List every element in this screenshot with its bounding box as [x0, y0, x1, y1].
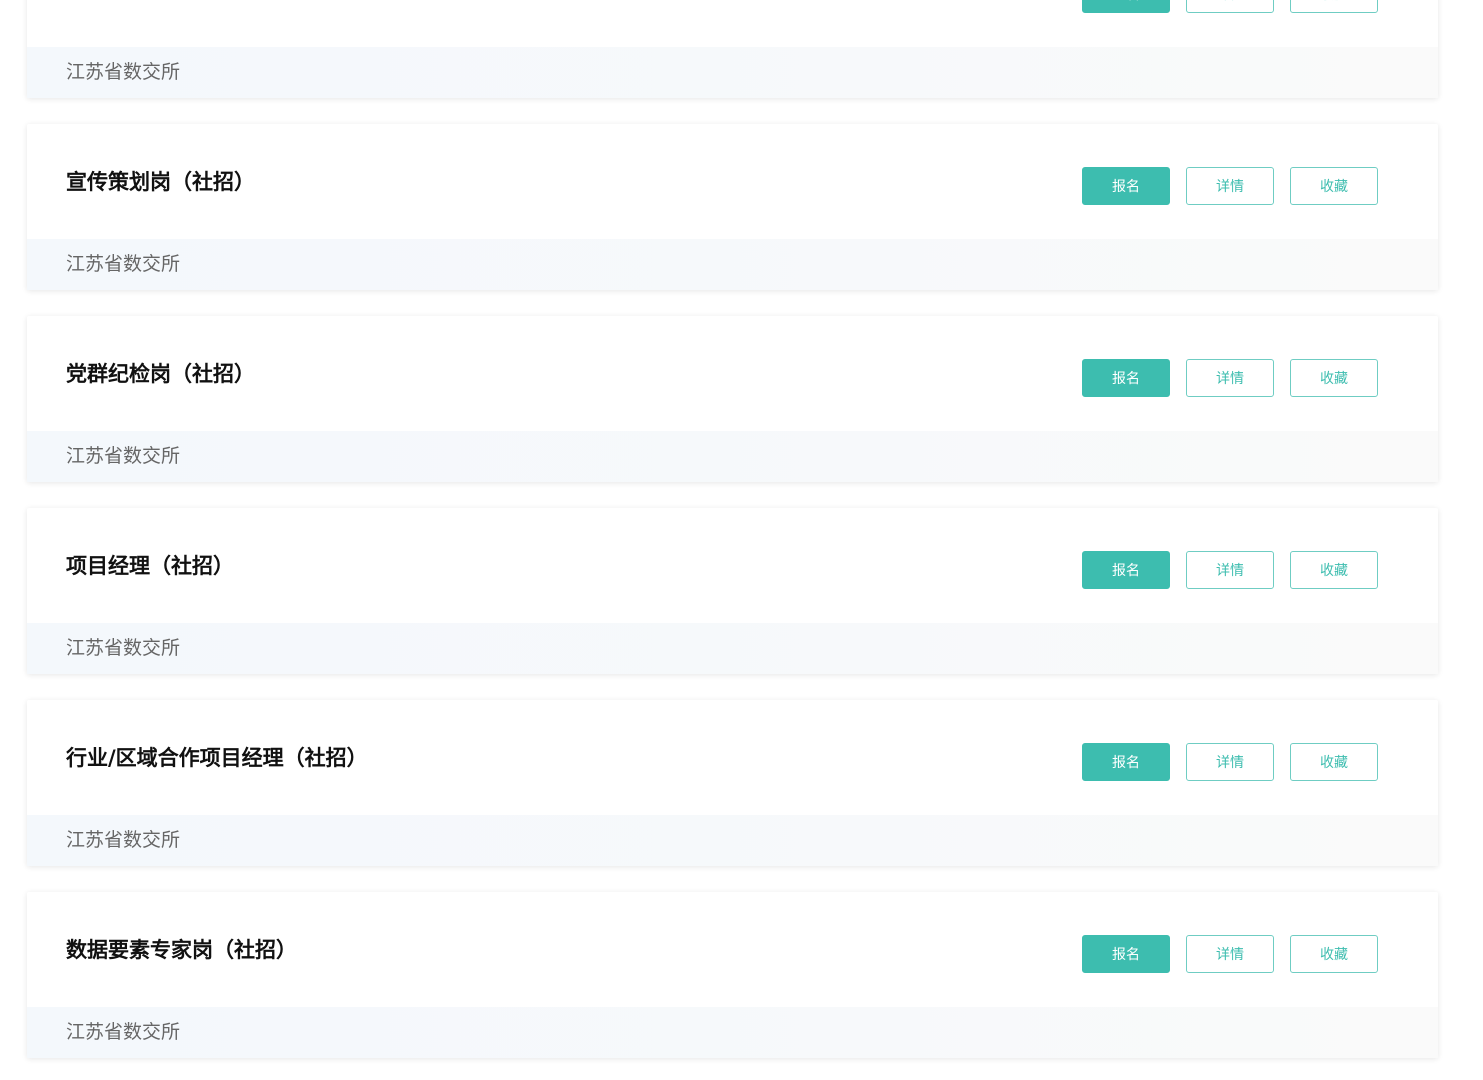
apply-button[interactable]: 报名	[1082, 0, 1170, 13]
apply-button[interactable]: 报名	[1082, 935, 1170, 973]
job-card: 报名 详情 收藏 江苏省数交所	[27, 0, 1438, 98]
favorite-button[interactable]: 收藏	[1290, 551, 1378, 589]
job-list: 报名 详情 收藏 江苏省数交所 宣传策划岗（社招） 报名 详情 收藏 江苏省数交…	[0, 0, 1483, 1080]
job-card-footer: 江苏省数交所	[27, 47, 1438, 98]
job-card: 数据要素专家岗（社招） 报名 详情 收藏 江苏省数交所	[27, 892, 1438, 1058]
job-card: 项目经理（社招） 报名 详情 收藏 江苏省数交所	[27, 508, 1438, 674]
apply-button[interactable]: 报名	[1082, 743, 1170, 781]
job-title[interactable]: 行业/区域合作项目经理（社招）	[66, 743, 368, 773]
job-card-header: 行业/区域合作项目经理（社招） 报名 详情 收藏	[27, 700, 1438, 815]
job-title[interactable]: 项目经理（社招）	[66, 551, 234, 581]
job-title[interactable]: 党群纪检岗（社招）	[66, 359, 255, 389]
detail-button[interactable]: 详情	[1186, 167, 1274, 205]
detail-button[interactable]: 详情	[1186, 0, 1274, 13]
job-card-footer: 江苏省数交所	[27, 239, 1438, 290]
job-card-header: 党群纪检岗（社招） 报名 详情 收藏	[27, 316, 1438, 431]
job-actions: 报名 详情 收藏	[1082, 0, 1378, 13]
job-card-header: 项目经理（社招） 报名 详情 收藏	[27, 508, 1438, 623]
apply-button[interactable]: 报名	[1082, 359, 1170, 397]
favorite-button[interactable]: 收藏	[1290, 167, 1378, 205]
job-actions: 报名 详情 收藏	[1082, 743, 1378, 781]
detail-button[interactable]: 详情	[1186, 743, 1274, 781]
organization-name: 江苏省数交所	[66, 1021, 181, 1043]
job-card-header: 宣传策划岗（社招） 报名 详情 收藏	[27, 124, 1438, 239]
job-card-footer: 江苏省数交所	[27, 623, 1438, 674]
organization-name: 江苏省数交所	[66, 61, 181, 83]
job-card-footer: 江苏省数交所	[27, 1007, 1438, 1058]
job-card-footer: 江苏省数交所	[27, 815, 1438, 866]
job-card: 行业/区域合作项目经理（社招） 报名 详情 收藏 江苏省数交所	[27, 700, 1438, 866]
job-title[interactable]: 宣传策划岗（社招）	[66, 167, 255, 197]
organization-name: 江苏省数交所	[66, 445, 181, 467]
job-card-footer: 江苏省数交所	[27, 431, 1438, 482]
favorite-button[interactable]: 收藏	[1290, 743, 1378, 781]
job-card-header: 数据要素专家岗（社招） 报名 详情 收藏	[27, 892, 1438, 1007]
job-title[interactable]: 数据要素专家岗（社招）	[66, 935, 297, 965]
job-card-header: 报名 详情 收藏	[27, 0, 1438, 47]
job-card: 党群纪检岗（社招） 报名 详情 收藏 江苏省数交所	[27, 316, 1438, 482]
favorite-button[interactable]: 收藏	[1290, 935, 1378, 973]
apply-button[interactable]: 报名	[1082, 551, 1170, 589]
organization-name: 江苏省数交所	[66, 253, 181, 275]
job-actions: 报名 详情 收藏	[1082, 551, 1378, 589]
job-actions: 报名 详情 收藏	[1082, 167, 1378, 205]
detail-button[interactable]: 详情	[1186, 359, 1274, 397]
job-actions: 报名 详情 收藏	[1082, 359, 1378, 397]
favorite-button[interactable]: 收藏	[1290, 359, 1378, 397]
apply-button[interactable]: 报名	[1082, 167, 1170, 205]
job-card: 宣传策划岗（社招） 报名 详情 收藏 江苏省数交所	[27, 124, 1438, 290]
detail-button[interactable]: 详情	[1186, 935, 1274, 973]
favorite-button[interactable]: 收藏	[1290, 0, 1378, 13]
detail-button[interactable]: 详情	[1186, 551, 1274, 589]
organization-name: 江苏省数交所	[66, 829, 181, 851]
job-actions: 报名 详情 收藏	[1082, 935, 1378, 973]
organization-name: 江苏省数交所	[66, 637, 181, 659]
